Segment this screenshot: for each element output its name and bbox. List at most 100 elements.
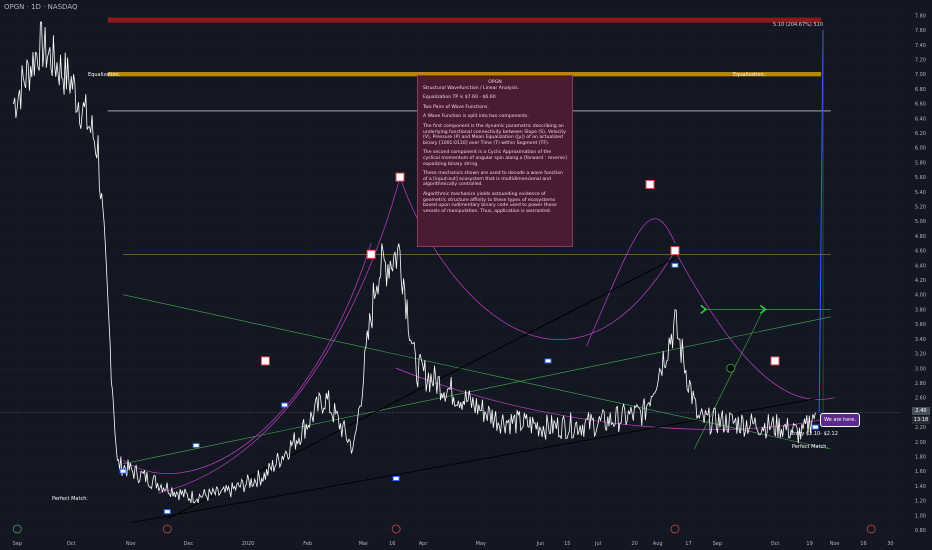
price-tick-label: 5.60 [915, 175, 926, 181]
price-tick-label: 6.40 [915, 116, 926, 122]
time-cycle-marker [162, 524, 172, 534]
peak-marker [260, 356, 270, 366]
trough-marker [192, 442, 200, 448]
trough-marker [811, 424, 819, 430]
trend-line [123, 294, 831, 450]
note-target: Equalization TP is $7.60 - $6.60 [423, 95, 496, 101]
time-tick-label: Nov [830, 541, 840, 547]
peak-marker [770, 356, 780, 366]
time-tick-label: Aug [653, 541, 663, 547]
cycle-marker [726, 363, 736, 373]
perfect-match-left: Perfect Match. [52, 496, 88, 502]
price-tick-label: 3.20 [915, 352, 926, 358]
current-price-tag: 2.40 [912, 407, 930, 415]
price-tick-label: 3.60 [915, 322, 926, 328]
time-tick-label: Jul [594, 541, 601, 547]
peak-marker [645, 179, 655, 189]
note-fourth: Algorithmic mechanics yields astounding … [423, 191, 557, 214]
time-tick-label: 16 [860, 541, 866, 547]
price-tick-label: 2.80 [915, 381, 926, 387]
time-tick-label: Jun [535, 541, 544, 547]
time-cycle-marker [670, 524, 680, 534]
price-tick-label: 1.00 [915, 513, 926, 519]
price-line [13, 21, 816, 504]
price-tick-label: 5.20 [915, 205, 926, 211]
time-tick-label: Nov [126, 541, 136, 547]
time-tick-label: Sep [13, 541, 22, 547]
price-tick-label: 6.60 [915, 102, 926, 108]
price-tick-label: 0.80 [915, 528, 926, 534]
price-tick-label: 4.40 [915, 263, 926, 269]
time-axis: Sep Oct Nov Dec 2020 Feb Mar 16 Apr May Jun 15 Jul 20… [13, 541, 894, 547]
note-subtitle: Structural Wavefunction / Linear Analysi… [423, 85, 520, 91]
time-tick-label: 30 [887, 541, 893, 547]
price-tick-label: 7.80 [915, 13, 926, 19]
note-pairs: Two Pairs of Wave Functions. [423, 104, 489, 110]
time-tick-label: 20 [631, 541, 637, 547]
price-tick-label: 5.40 [915, 190, 926, 196]
price-tick-label: 6.00 [915, 146, 926, 152]
perfect-match-right: Perfect Match. [792, 444, 828, 450]
wave-arc [674, 250, 835, 400]
time-tick-label: 2020 [242, 541, 255, 547]
analysis-note: OPGN Structural Wavefunction / Linear An… [417, 75, 573, 247]
trough-marker [119, 468, 127, 474]
price-tick-label: 4.20 [915, 278, 926, 284]
price-tick-label: 5.00 [915, 219, 926, 225]
price-tick-label: 4.80 [915, 234, 926, 240]
wave-arc [586, 218, 676, 347]
note-split: A Wave Function is split into two compon… [423, 114, 529, 120]
time-tick-label: 19 [806, 541, 812, 547]
price-tick-label: 1.60 [915, 469, 926, 475]
trough-marker [671, 262, 679, 268]
note-first: The first component is the dynamic param… [423, 123, 566, 146]
regression-line [130, 397, 822, 524]
price-tick-label: 6.20 [915, 131, 926, 137]
price-tick-label: 5.80 [915, 160, 926, 166]
price-tick-label: 6.80 [915, 87, 926, 93]
peak-marker [670, 246, 680, 256]
time-cycle-marker [391, 524, 401, 534]
price-tick-label: 1.80 [915, 454, 926, 460]
price-tick-label: 3.40 [915, 337, 926, 343]
price-tick-label: 1.40 [915, 484, 926, 490]
price-series [13, 21, 816, 504]
we-are-here-bubble: We are here. [820, 413, 860, 427]
trough-marker [163, 509, 171, 515]
price-tick-label: 2.20 [915, 425, 926, 431]
resistance-band [107, 17, 822, 23]
price-tick-label: 7.60 [915, 28, 926, 34]
peak-marker [366, 249, 376, 259]
price-tick-label: 3.80 [915, 307, 926, 313]
time-tick-label: 15 [564, 541, 570, 547]
time-tick-label: Mar [359, 541, 369, 547]
price-tick-label: 2.60 [915, 396, 926, 402]
top-target-label: 5.10 (204.67%) 510 [773, 22, 824, 28]
peak-marker [395, 172, 405, 182]
trough-marker [392, 476, 400, 482]
entry-label: Entry $2.10- $2.12 [791, 431, 838, 437]
note-second: The second component is a Cyclic Approxi… [423, 150, 567, 167]
price-tick-label: 7.00 [915, 72, 926, 78]
time-tick-label: Oct [67, 541, 76, 547]
countdown-tag: 13:18 [912, 416, 930, 424]
time-tick-label: Apr [419, 541, 429, 547]
time-tick-label: 16 [389, 541, 395, 547]
regression-line [167, 257, 676, 520]
price-tick-label: 7.40 [915, 43, 926, 49]
trough-marker [281, 402, 289, 408]
symbol-header: OPGN · 1D · NASDAQ [4, 3, 78, 11]
wave-arc [122, 243, 372, 474]
equalization-label-right: Equalization. [733, 72, 766, 78]
price-tick-label: 2.00 [915, 440, 926, 446]
trough-marker [544, 358, 552, 364]
price-tick-label: 3.00 [915, 366, 926, 372]
price-tick-label: 1.20 [915, 499, 926, 505]
time-tick-label: Feb [303, 541, 312, 547]
time-tick-label: Dec [184, 541, 194, 547]
time-tick-label: Oct [771, 541, 780, 547]
time-cycle-marker [866, 524, 876, 534]
time-tick-label: May [476, 541, 486, 547]
price-tick-label: 4.00 [915, 293, 926, 299]
price-axis: 7.80 7.60 7.40 7.20 7.00 6.80 6.60 6.40 6.20 6.00… [915, 13, 926, 534]
